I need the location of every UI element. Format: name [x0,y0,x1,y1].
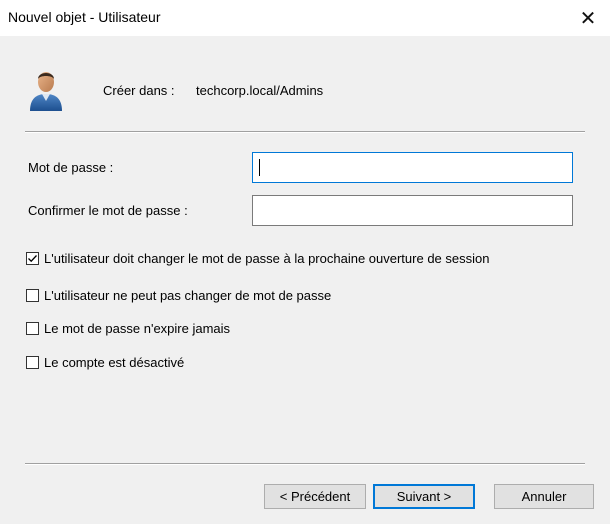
title-bar: Nouvel objet - Utilisateur ✕ [0,0,610,36]
create-in-path: techcorp.local/Admins [196,83,324,98]
text-caret [259,159,260,176]
password-input[interactable] [252,152,573,183]
close-icon: ✕ [579,7,597,30]
password-label: Mot de passe : [28,160,114,175]
option-cannot-change-password[interactable]: L'utilisateur ne peut pas changer de mot… [26,288,331,303]
option-account-disabled[interactable]: Le compte est désactivé [26,355,184,370]
separator-bottom [25,463,585,465]
window-title: Nouvel objet - Utilisateur [8,9,161,25]
option-password-never-expires[interactable]: Le mot de passe n'expire jamais [26,321,230,336]
create-in-label: Créer dans : [103,83,175,98]
account-disabled-checkbox[interactable] [26,356,39,369]
user-icon [26,67,66,113]
cannot-change-password-checkbox[interactable] [26,289,39,302]
close-button[interactable]: ✕ [566,0,610,36]
confirm-password-label: Confirmer le mot de passe : [28,203,188,218]
must-change-password-checkbox[interactable] [26,252,39,265]
option-must-change-password[interactable]: L'utilisateur doit changer le mot de pas… [26,251,489,266]
password-never-expires-label: Le mot de passe n'expire jamais [44,321,231,336]
back-button[interactable]: < Précédent [264,484,366,509]
cannot-change-password-label: L'utilisateur ne peut pas changer de mot… [44,288,332,303]
next-button[interactable]: Suivant > [373,484,475,509]
password-never-expires-checkbox[interactable] [26,322,39,335]
confirm-password-input[interactable] [252,195,573,226]
separator-top [25,131,585,133]
cancel-button[interactable]: Annuler [494,484,594,509]
account-disabled-label: Le compte est désactivé [44,355,185,370]
checkmark-icon [28,255,37,263]
must-change-password-label: L'utilisateur doit changer le mot de pas… [44,251,490,266]
